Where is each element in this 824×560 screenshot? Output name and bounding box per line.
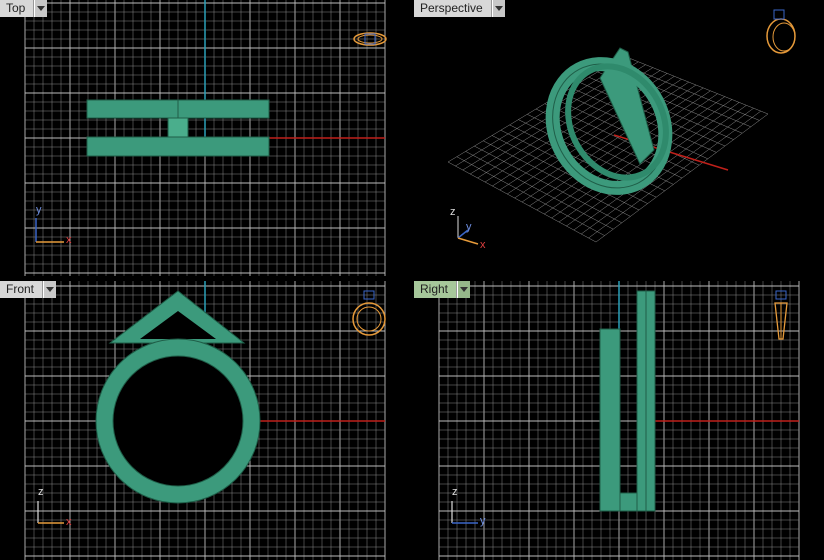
triangle-down-icon[interactable] [457,281,471,298]
triangle-down-icon[interactable] [491,0,505,17]
axis-label-z: z [450,206,456,218]
axis-label-x: x [66,234,72,246]
ring-top-projection [86,99,270,157]
triangle-down-icon[interactable] [34,0,48,17]
axis-label-x: x [66,516,72,528]
axis-label-y: y [466,221,472,233]
viewport-front[interactable]: Front z x [0,281,410,560]
ring-front-projection [95,290,261,504]
viewport-right[interactable]: Right z y [414,281,824,560]
viewport-tab-label: Right [414,281,458,298]
viewport-tab-right[interactable]: Right [414,281,471,298]
ring-preview-icon [766,9,796,54]
viewport-tab-label: Front [0,281,44,298]
right-view-scene [438,281,800,560]
viewport-perspective[interactable]: Perspective z y x [414,0,824,276]
viewport-top[interactable]: Top y x [0,0,410,276]
ring-right-projection [599,290,656,512]
axis-triad-icon [35,218,64,243]
triangle-down-icon[interactable] [43,281,57,298]
viewport-tab-label: Top [0,0,35,17]
ring-perspective-model [545,47,673,195]
axis-label-z: z [38,486,44,498]
axis-label-x: x [480,239,486,251]
viewport-tab-top[interactable]: Top [0,0,48,17]
top-view-scene [24,0,387,276]
axis-triad-icon [451,501,478,524]
viewport-tab-label: Perspective [414,0,492,17]
axis-label-z: z [452,486,458,498]
viewport-tab-perspective[interactable]: Perspective [414,0,505,17]
perspective-view-scene [447,9,796,245]
front-view-scene [24,281,386,560]
viewport-tab-front[interactable]: Front [0,281,57,298]
axis-triad-icon [37,501,64,524]
axis-label-y: y [36,204,42,216]
axis-label-y: y [480,515,486,527]
